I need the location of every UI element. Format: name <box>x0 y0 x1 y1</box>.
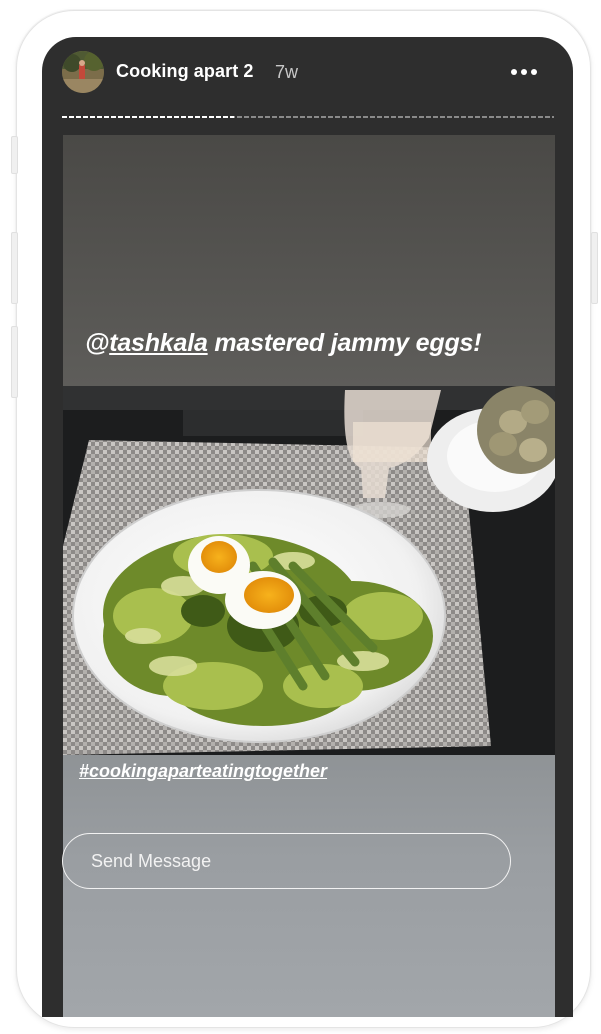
phone-side-button-middle <box>11 232 18 304</box>
caption-text: mastered jammy eggs! <box>207 329 482 357</box>
profile-avatar[interactable] <box>62 51 104 93</box>
phone-side-button-top <box>11 136 18 174</box>
phone-power-button <box>591 232 598 304</box>
story-timestamp: 7w <box>275 62 299 82</box>
send-message-input[interactable] <box>62 833 511 889</box>
story-photo <box>63 386 555 755</box>
more-horizontal-icon <box>521 69 527 75</box>
caption-at-sign: @ <box>85 329 110 357</box>
hashtag-link[interactable]: #cookingaparteatingtogether <box>79 761 327 782</box>
story-progress-bar <box>62 116 554 120</box>
story-caption: @tashkala mastered jammy eggs! <box>85 329 482 358</box>
salad-photo-illustration <box>63 386 555 755</box>
story-username[interactable]: Cooking apart 2 <box>116 61 254 82</box>
more-horizontal-icon <box>531 69 537 75</box>
phone-side-button-bottom <box>11 326 18 398</box>
story-header: Cooking apart 2 7w <box>42 37 573 117</box>
more-horizontal-icon <box>511 69 517 75</box>
more-options-button[interactable] <box>504 57 544 87</box>
story-progress-fill <box>62 116 235 118</box>
story-screen: Cooking apart 2 7w @tashkala mastered ja… <box>42 37 573 1017</box>
avatar-image <box>62 51 104 93</box>
mention-link[interactable]: tashkala <box>109 329 208 357</box>
